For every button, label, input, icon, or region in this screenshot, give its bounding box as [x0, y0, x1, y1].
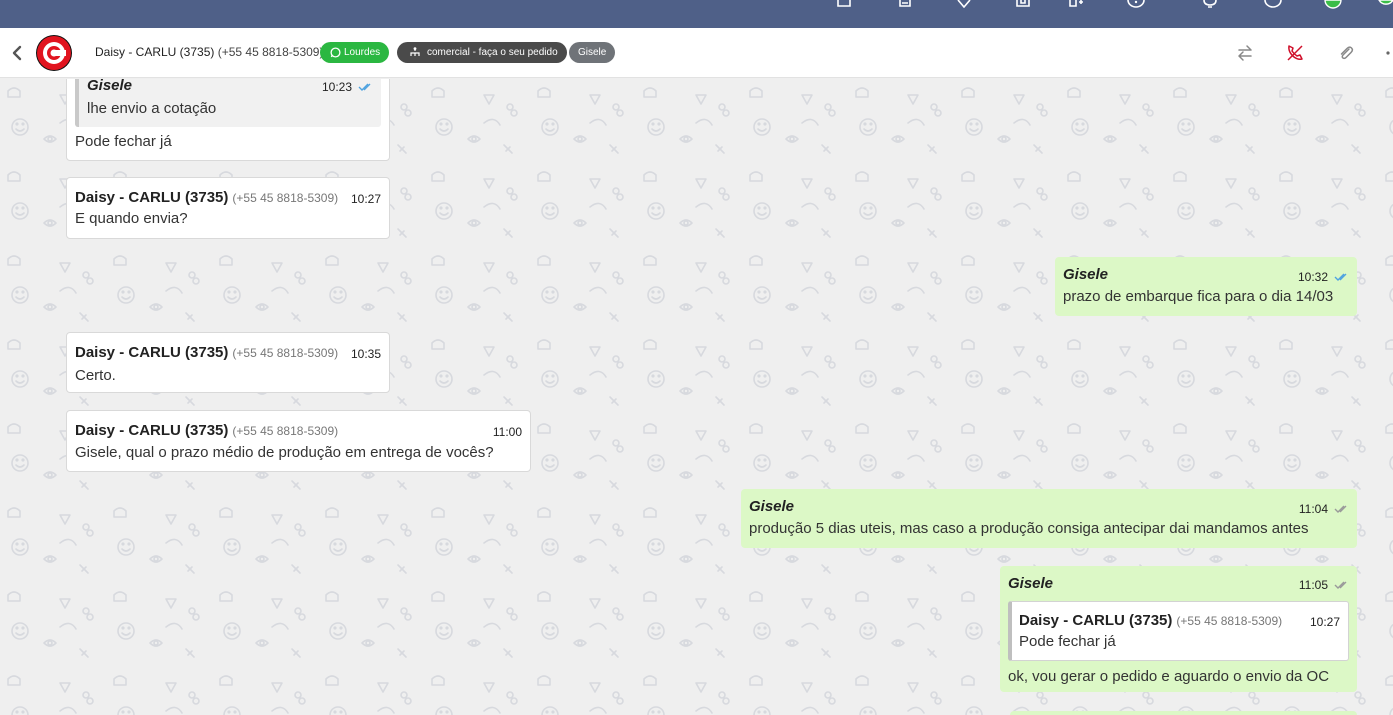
quoted-text: lhe envio a cotação — [87, 100, 217, 117]
quoted-author-phone: (+55 45 8818-5309) — [1176, 614, 1283, 628]
chat-messages[interactable]: Gisele 10:23 lhe envio a cotação Pode fe… — [0, 79, 1393, 715]
message-text: prazo de embarque fica para o dia 14/03 — [1063, 288, 1334, 305]
agent-tag-label: Gisele — [578, 47, 607, 58]
message-time: 10:27 — [350, 192, 381, 206]
quoted-author: Daisy - CARLU (3735) (+55 45 8818-5309) — [1019, 612, 1283, 629]
message-incoming[interactable]: Daisy - CARLU (3735) (+55 45 8818-5309) 1… — [66, 177, 390, 239]
message-author-phone: (+55 45 8818-5309) — [232, 346, 339, 360]
contact-phone: (+55 45 8818-5309) — [217, 45, 324, 59]
sitemap-icon — [410, 47, 420, 56]
add-icon[interactable] — [1068, 0, 1084, 10]
message-outgoing[interactable]: Gisele 10:32 prazo de embarque fica para… — [1055, 257, 1357, 316]
message-text: Certo. — [75, 367, 116, 384]
whatsapp-connection-tag[interactable]: Lourdes — [320, 42, 390, 63]
quoted-author: Gisele — [87, 79, 133, 94]
mail-icon[interactable] — [836, 0, 852, 10]
back-icon[interactable] — [10, 44, 24, 62]
message-outgoing[interactable]: Gisele 11:04 produção 5 dias uteis, mas … — [741, 489, 1357, 548]
box-icon[interactable] — [1015, 0, 1031, 10]
quoted-time: 10:23 — [322, 80, 373, 95]
quoted-time: 10:27 — [1309, 615, 1340, 629]
department-tag[interactable]: comercial - faça o seu pedido — [397, 42, 567, 63]
read-tick-icon — [1334, 271, 1349, 285]
bell-icon[interactable] — [1201, 0, 1217, 10]
message-incoming[interactable]: Daisy - CARLU (3735) (+55 45 8818-5309) 1… — [66, 332, 390, 393]
contact-avatar[interactable] — [36, 35, 72, 71]
message-author: Daisy - CARLU (3735) (+55 45 8818-5309) — [75, 344, 339, 361]
message-text: E quando envia? — [75, 210, 188, 227]
transfer-icon[interactable] — [1236, 44, 1254, 62]
quoted-text: Pode fechar já — [1019, 633, 1116, 650]
more-options-icon[interactable] — [1384, 44, 1393, 62]
clipboard-icon[interactable] — [898, 0, 914, 10]
read-tick-icon — [358, 81, 373, 95]
location-icon[interactable] — [956, 0, 972, 10]
message-incoming[interactable]: Gisele 10:23 lhe envio a cotação Pode fe… — [66, 79, 390, 161]
online-icon — [1378, 0, 1393, 10]
delivered-tick-icon — [1334, 503, 1349, 517]
message-author: Gisele — [1063, 266, 1109, 283]
attach-icon[interactable] — [1337, 44, 1355, 62]
message-text: ok, vou gerar o pedido e aguardo o envio… — [1008, 668, 1330, 685]
message-author-phone: (+55 45 8818-5309) — [232, 191, 339, 205]
message-author: Gisele — [749, 498, 795, 515]
quoted-message[interactable]: Daisy - CARLU (3735) (+55 45 8818-5309) 1… — [1008, 601, 1349, 661]
contact-name: Daisy - CARLU (3735) — [95, 45, 215, 59]
message-author: Gisele — [1008, 575, 1054, 592]
message-time: 10:32 — [1298, 270, 1349, 285]
message-text: Pode fechar já — [75, 133, 172, 150]
message-author: Daisy - CARLU (3735) (+55 45 8818-5309) — [75, 189, 339, 206]
message-time: 11:00 — [492, 425, 522, 439]
chat-header: Daisy - CARLU (3735) (+55 45 8818-5309) … — [0, 28, 1393, 78]
message-time: 11:05 — [1299, 578, 1349, 593]
status-icon[interactable] — [1324, 0, 1342, 10]
message-outgoing-partial[interactable] — [1010, 711, 1357, 715]
message-text: Gisele, qual o prazo médio de produção e… — [75, 444, 494, 461]
message-incoming[interactable]: Daisy - CARLU (3735) (+55 45 8818-5309) 1… — [66, 410, 531, 472]
message-author: Daisy - CARLU (3735) (+55 45 8818-5309) — [75, 422, 339, 439]
message-text: produção 5 dias uteis, mas caso a produç… — [749, 520, 1309, 537]
whatsapp-tag-label: Lourdes — [344, 47, 381, 58]
top-bar — [0, 0, 1393, 28]
whatsapp-icon — [330, 47, 341, 58]
message-time: 10:35 — [350, 347, 381, 361]
message-outgoing[interactable]: Gisele 11:05 Daisy - CARLU (3735) (+55 45… — [1000, 566, 1357, 692]
department-tag-label: comercial - faça o seu pedido — [427, 47, 558, 58]
agent-tag[interactable]: Gisele — [569, 42, 616, 63]
help-icon[interactable] — [1127, 0, 1145, 10]
end-call-icon[interactable] — [1286, 44, 1304, 62]
info-icon[interactable] — [1264, 0, 1282, 10]
contact-title: Daisy - CARLU (3735) (+55 45 8818-5309) — [95, 45, 323, 59]
message-author-phone: (+55 45 8818-5309) — [232, 424, 339, 438]
delivered-tick-icon — [1334, 579, 1349, 593]
quoted-message[interactable]: Gisele 10:23 lhe envio a cotação — [75, 79, 381, 127]
message-time: 11:04 — [1299, 502, 1349, 517]
